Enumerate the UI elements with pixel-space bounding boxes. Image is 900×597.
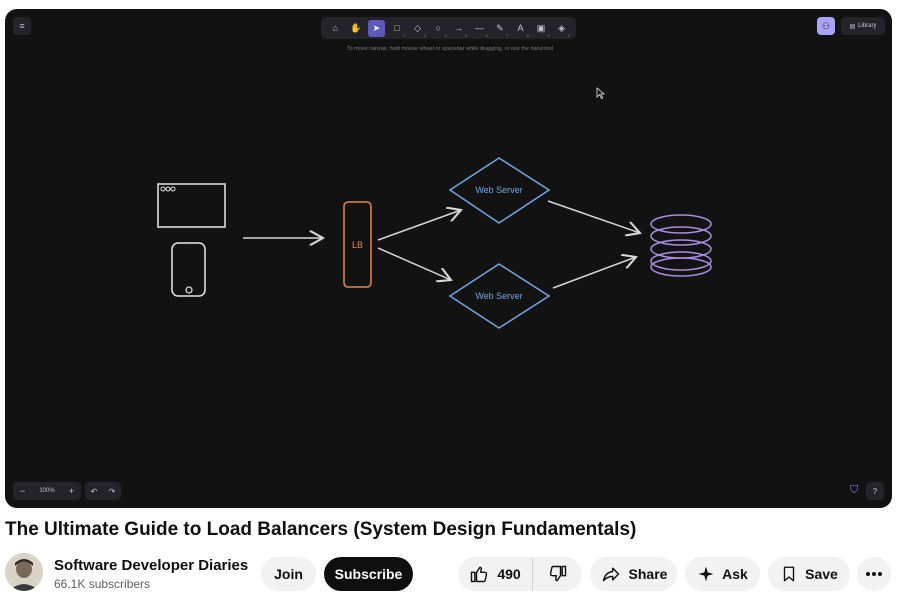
menu-button[interactable]: ≡ [13,17,31,35]
phone-client-icon [171,242,206,297]
browser-client-icon [157,183,226,228]
video-title: The Ultimate Guide to Load Balancers (Sy… [5,519,637,540]
join-label: Join [274,566,303,582]
arrow-icon: → [454,23,464,33]
like-button[interactable]: 490 [458,557,533,591]
share-button[interactable]: Share [590,557,677,591]
join-button[interactable]: Join [261,557,316,591]
bookmark-icon [783,566,795,582]
people-icon: ⚇ [821,20,831,31]
tool-eraser[interactable]: ◈ 0 [553,20,570,38]
tool-lock[interactable]: ⌂ [327,20,344,37]
subscribe-label: Subscribe [334,566,403,582]
more-actions-button[interactable] [857,557,891,591]
line-icon: — [474,23,484,33]
sparkle-icon [698,566,714,582]
lb-label: LB [352,240,363,250]
library-label: Library [858,23,877,29]
tool-text[interactable]: A8 [512,20,529,38]
diamond-icon: ◇ [414,22,422,33]
drawing-toolbar: ⌂ ✋ ➤ 1 □ 2 ◇ 3 ○ 4 → 5 —6 ✎ 7 A8 ▣ 9 ◈ 0 [321,17,576,39]
thumbs-down-icon [549,565,566,582]
like-count: 490 [497,566,521,582]
redo-icon[interactable]: ↷ [109,487,116,496]
zoom-in-button[interactable]: + [69,486,74,496]
image-icon: ▣ [536,22,546,33]
whiteboard-canvas[interactable]: LB Web Server Web Server [5,9,892,508]
help-button[interactable]: ? [866,482,884,500]
dislike-button[interactable] [533,557,582,591]
eraser-icon: ◈ [558,22,566,33]
menu-icon: ≡ [19,21,25,31]
canvas-hint: To move canvas, hold mouse wheel or spac… [346,46,554,52]
history-controls: ↶ ↷ [85,482,121,500]
thumbs-up-icon [471,566,488,583]
ellipse-icon: ○ [435,23,441,33]
web-server-bottom-label: Web Server [475,291,522,301]
save-label: Save [805,566,838,582]
share-icon [602,567,619,582]
subscriber-count: 66.1K subscribers [54,577,151,591]
library-button[interactable]: ▤ Library [841,17,885,35]
channel-avatar[interactable] [5,553,43,591]
pointer-icon: ➤ [372,22,381,33]
zoom-level: 100% [39,488,55,494]
zoom-out-button[interactable]: − [20,486,25,496]
undo-icon[interactable]: ↶ [91,487,98,496]
lock-icon: ⌂ [332,23,338,33]
mouse-cursor-icon [596,87,606,100]
tool-hand[interactable]: ✋ [347,20,364,37]
tool-arrow[interactable]: → 5 [450,20,467,38]
more-icon [866,572,882,576]
help-icon: ? [872,486,878,496]
ask-label: Ask [722,566,748,582]
arrow-server-bottom-to-db [552,257,636,289]
collaborate-button[interactable]: ⚇ [817,17,835,35]
avatar-image [5,553,43,591]
text-icon: A [517,23,524,33]
rectangle-icon: □ [394,23,400,33]
channel-name[interactable]: Software Developer Diaries [54,557,248,574]
video-player[interactable]: LB Web Server Web Server ≡ ⌂ ✋ ➤ 1 □ 2 ◇ 3 … [5,9,892,508]
tool-image[interactable]: ▣ 9 [533,20,550,38]
tool-pointer[interactable]: ➤ 1 [367,19,385,38]
book-icon: ▤ [849,23,856,30]
like-dislike-group: 490 [458,557,582,591]
tool-ellipse[interactable]: ○ 4 [430,20,446,38]
tool-line[interactable]: —6 [471,20,488,38]
shield-icon[interactable]: ⛉ [850,484,858,497]
arrow-lb-to-server-bottom [377,247,451,280]
zoom-controls: − 100% + [13,482,81,500]
tool-pencil[interactable]: ✎ 7 [491,20,508,38]
ask-button[interactable]: Ask [685,557,760,591]
subscribe-button[interactable]: Subscribe [324,557,413,591]
save-button[interactable]: Save [768,557,850,591]
pencil-icon: ✎ [496,22,504,33]
arrow-lb-to-server-top [377,210,461,241]
database-icon [650,214,712,277]
web-server-top-label: Web Server [475,185,522,195]
hand-icon: ✋ [350,22,362,33]
tool-diamond[interactable]: ◇ 3 [409,20,426,38]
tool-rectangle[interactable]: □ 2 [389,20,405,38]
share-label: Share [628,566,668,582]
arrow-server-top-to-db [547,200,640,233]
